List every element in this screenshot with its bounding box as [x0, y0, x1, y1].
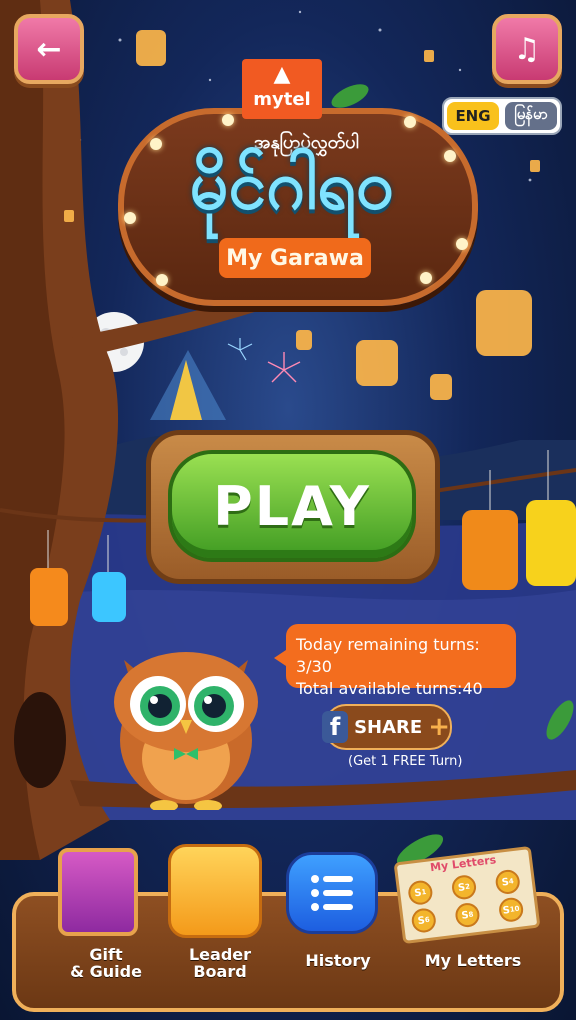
nav-gift-label-2: & Guide	[70, 962, 142, 981]
nav-leader-board[interactable]: Leader Board	[160, 0, 280, 1020]
nav-leader-label-1: Leader	[188, 945, 252, 964]
nav-letters-label: My Letters	[424, 951, 522, 970]
nav-history[interactable]: History	[278, 0, 398, 1020]
nav-gift-label-1: Gift	[89, 945, 123, 964]
nav-gift-guide[interactable]: Gift & Guide	[46, 0, 166, 1020]
nav-my-letters[interactable]: My Letters	[410, 0, 536, 1020]
nav-leader-label-2: Board	[193, 962, 247, 981]
nav-history-label: History	[305, 951, 371, 970]
